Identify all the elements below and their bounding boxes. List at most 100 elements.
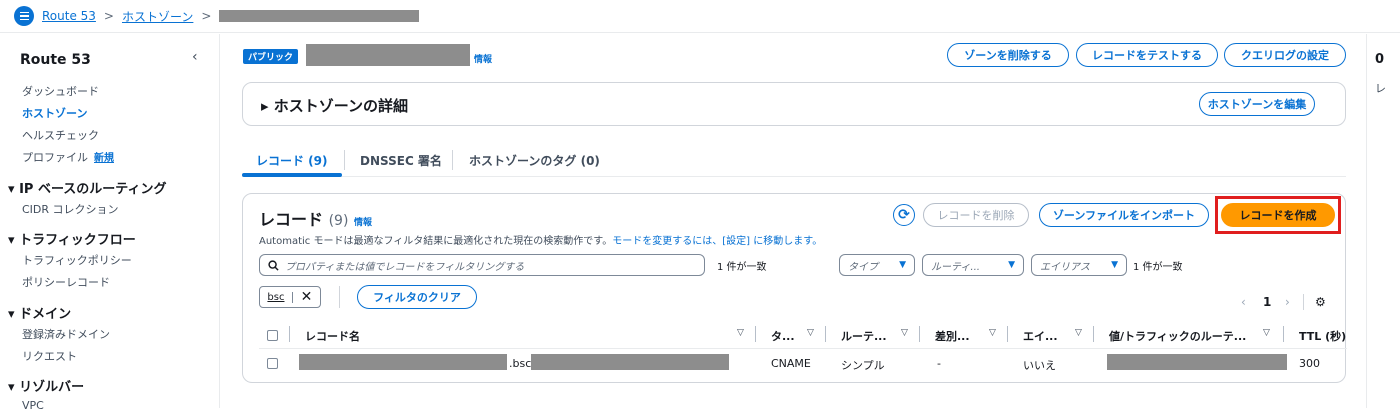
sidebar-section-ip-routing[interactable]: ▾ IP ベースのルーティング <box>8 178 167 197</box>
sidebar-section-resolver[interactable]: ▾ リゾルバー <box>8 376 84 395</box>
sort-icon[interactable]: ▽ <box>989 328 996 338</box>
record-type: CNAME <box>771 357 811 370</box>
sidebar-section-domains[interactable]: ▾ ドメイン <box>8 303 71 322</box>
import-zone-file-button[interactable]: ゾーンファイルをインポート <box>1039 203 1209 227</box>
delete-zone-button[interactable]: ゾーンを削除する <box>947 43 1069 67</box>
sidebar-item-requests[interactable]: リクエスト <box>22 348 77 364</box>
search-placeholder: プロパティまたは値でレコードをフィルタリングする <box>285 261 525 273</box>
redacted-record-name-part <box>299 354 507 370</box>
change-mode-link[interactable]: モードを変更するには、[設定] に移動します。 <box>612 236 822 247</box>
sort-icon[interactable]: ▽ <box>901 328 908 338</box>
column-divider <box>1283 326 1284 342</box>
tab-divider <box>344 150 345 170</box>
sidebar-item-dashboard[interactable]: ダッシュボード <box>22 83 99 99</box>
right-pane-title: 0 <box>1375 52 1385 67</box>
tab-dnssec[interactable]: DNSSEC 署名 <box>360 152 442 169</box>
search-icon <box>268 259 279 271</box>
divider <box>1303 294 1304 310</box>
prev-page-icon[interactable]: ‹ <box>1241 295 1246 309</box>
redacted-record-value <box>1107 354 1287 370</box>
tab-records[interactable]: レコード (9) <box>256 152 328 169</box>
type-filter-dropdown[interactable]: タイプ ▼ <box>839 254 915 276</box>
sidebar: Route 53 ‹ ダッシュボード ホストゾーン ヘルスチェック プロファイル… <box>0 34 220 412</box>
sidebar-section-traffic-flow[interactable]: ▾ トラフィックフロー <box>8 229 136 248</box>
records-description: Automatic モードは最適なフィルタ結果に最適化された現在の検索動作です。… <box>259 236 823 247</box>
highlight-box <box>1215 196 1341 234</box>
refresh-icon[interactable]: ⟳ <box>893 204 915 226</box>
caret-down-icon: ▼ <box>899 260 906 270</box>
column-divider <box>1007 326 1008 342</box>
match-count-2: 1 件が一致 <box>1133 262 1183 273</box>
column-header-ttl[interactable]: TTL (秒) <box>1299 328 1346 344</box>
sidebar-item-traffic-policies[interactable]: トラフィックポリシー <box>22 252 132 268</box>
details-expander[interactable]: ▸ ホストゾーンの詳細 <box>261 95 408 116</box>
column-header-routing[interactable]: ルーテ... <box>841 328 887 344</box>
column-header-type[interactable]: タ... <box>771 328 795 344</box>
redacted-zone-name <box>306 44 470 66</box>
sidebar-item-label: プロファイル <box>22 151 88 164</box>
sidebar-item-registered-domains[interactable]: 登録済みドメイン <box>22 326 110 342</box>
caret-down-icon: ▼ <box>1008 260 1015 270</box>
record-alias: いいえ <box>1023 359 1056 372</box>
top-breadcrumb-bar: Route 53 > ホストゾーン > <box>0 0 1400 33</box>
tab-tags[interactable]: ホストゾーンのタグ (0) <box>469 152 600 169</box>
close-icon[interactable]: ✕ <box>293 289 320 305</box>
tab-divider <box>452 150 453 170</box>
search-input[interactable]: プロパティまたは値でレコードをフィルタリングする <box>259 254 705 276</box>
caret-down-icon: ▼ <box>1111 260 1118 270</box>
settings-icon[interactable]: ⚙ <box>1315 295 1326 309</box>
column-header-alias[interactable]: エイ... <box>1023 328 1058 344</box>
record-routing: シンプル <box>841 359 885 372</box>
sidebar-item-profiles[interactable]: プロファイル 新規 <box>22 149 114 165</box>
delete-record-button[interactable]: レコードを削除 <box>923 203 1029 227</box>
sidebar-item-hosted-zones[interactable]: ホストゾーン <box>22 105 87 121</box>
clear-filter-button[interactable]: フィルタのクリア <box>357 285 477 309</box>
column-header-differentiator[interactable]: 差別... <box>935 328 970 344</box>
chevron-right-icon: > <box>103 9 114 23</box>
new-badge[interactable]: 新規 <box>94 153 114 164</box>
active-tab-indicator <box>242 173 342 177</box>
record-differentiator: - <box>937 357 941 370</box>
sort-icon[interactable]: ▽ <box>737 328 744 338</box>
chevron-left-icon[interactable]: ‹ <box>192 49 198 65</box>
query-log-button[interactable]: クエリログの設定 <box>1224 43 1346 67</box>
right-pane-text: レ <box>1375 82 1386 95</box>
sidebar-item-health-checks[interactable]: ヘルスチェック <box>22 127 99 143</box>
sidebar-item-cidr[interactable]: CIDR コレクション <box>22 201 119 217</box>
test-record-button[interactable]: レコードをテストする <box>1076 43 1218 67</box>
info-link[interactable]: 情報 <box>474 52 492 65</box>
redacted-record-name-part <box>531 354 729 370</box>
routing-filter-dropdown[interactable]: ルーティ... ▼ <box>922 254 1024 276</box>
column-header-record-name[interactable]: レコード名 <box>305 328 360 344</box>
redacted-breadcrumb-zone <box>219 10 420 22</box>
column-divider <box>289 326 290 342</box>
row-checkbox[interactable] <box>267 358 278 369</box>
match-count: 1 件が一致 <box>717 262 767 273</box>
filter-token-label: bsc <box>260 291 293 303</box>
public-badge: パブリック <box>243 49 299 64</box>
edit-hosted-zone-button[interactable]: ホストゾーンを編集 <box>1199 92 1315 116</box>
column-divider <box>1093 326 1094 342</box>
records-info-link[interactable]: 情報 <box>354 218 372 228</box>
right-help-pane: 0 レ <box>1366 34 1400 408</box>
column-divider <box>919 326 920 342</box>
records-panel: レコード (9) 情報 Automatic モードは最適なフィルタ結果に最適化さ… <box>242 193 1347 383</box>
alias-filter-dropdown[interactable]: エイリアス ▼ <box>1031 254 1127 276</box>
sidebar-item-policy-records[interactable]: ポリシーレコード <box>22 274 110 290</box>
sort-icon[interactable]: ▽ <box>1263 328 1270 338</box>
column-header-value[interactable]: 値/トラフィックのルーテ... <box>1109 328 1246 344</box>
filter-token: bsc ✕ <box>259 286 321 308</box>
sort-icon[interactable]: ▽ <box>1075 328 1082 338</box>
next-page-icon[interactable]: › <box>1285 295 1290 309</box>
row-divider <box>259 348 1347 349</box>
hosted-zone-details-panel: ▸ ホストゾーンの詳細 ホストゾーンを編集 <box>242 82 1346 126</box>
menu-icon[interactable] <box>14 6 34 26</box>
breadcrumb-hosted-zones[interactable]: ホストゾーン <box>122 8 193 25</box>
sort-icon[interactable]: ▽ <box>807 328 814 338</box>
page-number[interactable]: 1 <box>1263 295 1271 309</box>
select-all-checkbox[interactable] <box>267 330 278 341</box>
breadcrumb-route53[interactable]: Route 53 <box>42 9 96 23</box>
record-ttl: 300 <box>1299 357 1320 370</box>
records-title: レコード (9) 情報 <box>259 210 373 229</box>
sidebar-item-vpc[interactable]: VPC <box>22 399 44 412</box>
